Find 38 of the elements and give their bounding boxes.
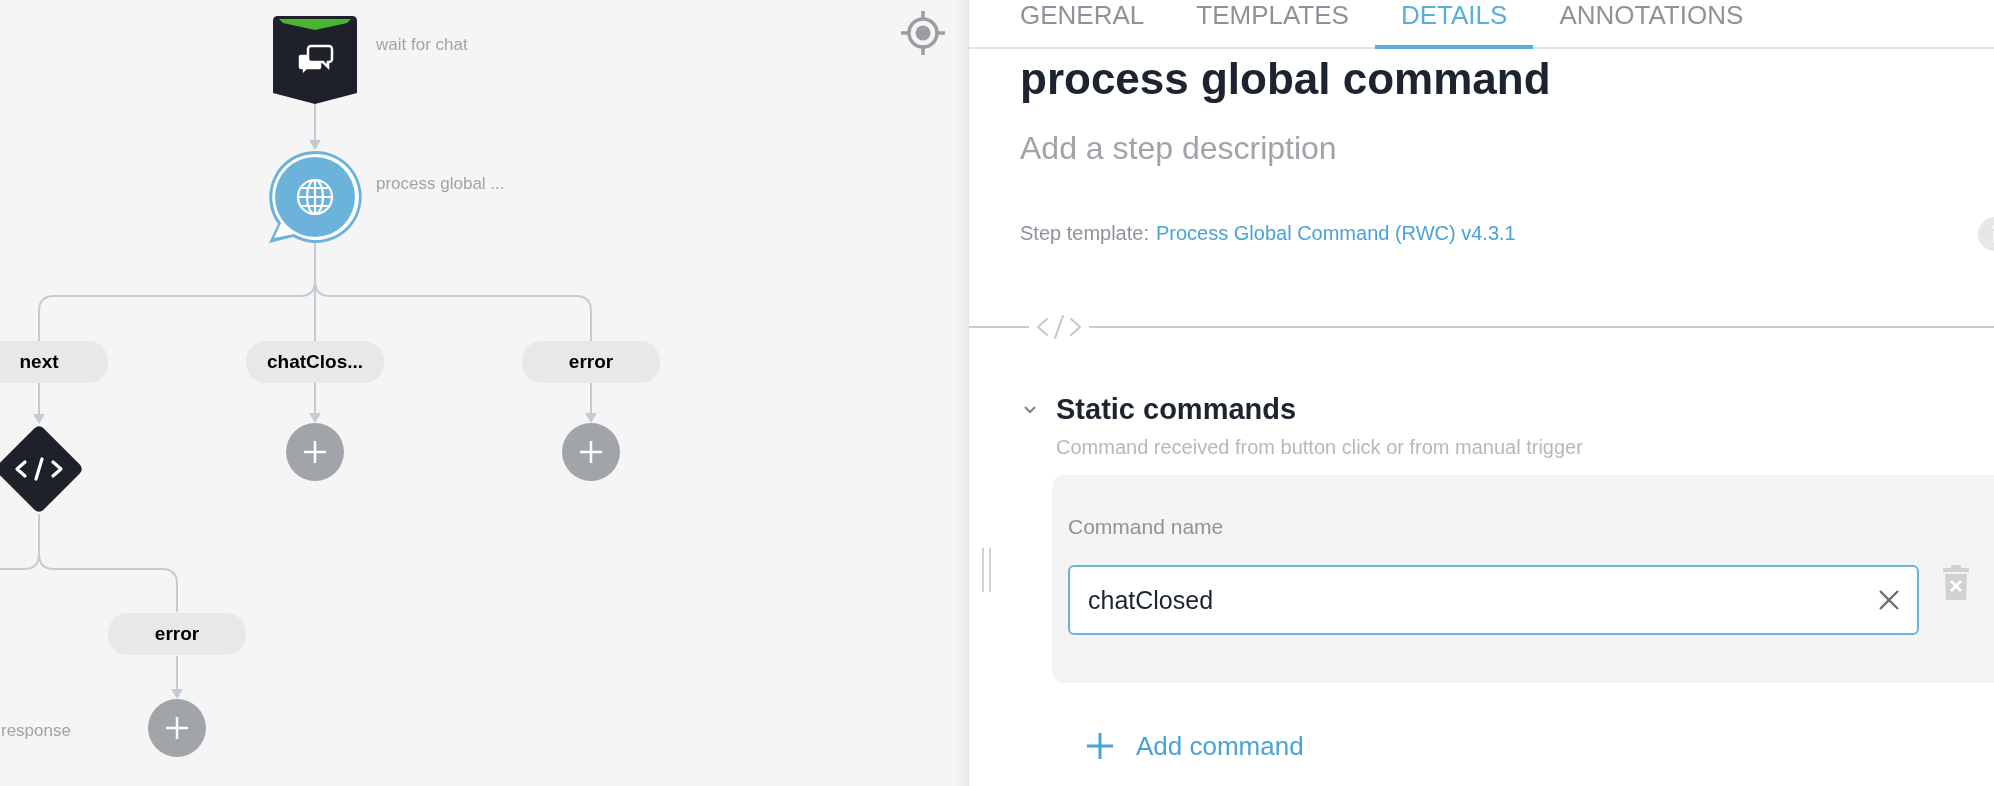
plus-icon bbox=[1086, 732, 1114, 760]
connector-line bbox=[309, 382, 321, 423]
code-icon bbox=[1035, 313, 1083, 341]
step-label: process global ... bbox=[376, 173, 505, 195]
branch-pill[interactable]: error bbox=[522, 341, 660, 383]
branch-pill[interactable]: error bbox=[108, 613, 246, 655]
tab[interactable]: DETAILS bbox=[1374, 0, 1534, 49]
plus-icon bbox=[578, 439, 604, 465]
target-icon bbox=[900, 10, 946, 56]
step-template-label: Step template: bbox=[1020, 221, 1149, 246]
description-field[interactable]: Add a step description bbox=[1020, 128, 1820, 168]
field-label: Command name bbox=[1068, 514, 1224, 540]
tab[interactable]: TEMPLATES bbox=[1170, 0, 1375, 49]
connector-line bbox=[309, 102, 321, 150]
step-label: wait for chat bbox=[376, 34, 468, 56]
tab[interactable]: GENERAL bbox=[994, 0, 1171, 49]
connector-line bbox=[171, 655, 183, 699]
connector-line bbox=[33, 382, 45, 424]
resize-handle[interactable] bbox=[979, 548, 993, 592]
close-icon bbox=[1878, 589, 1900, 611]
step-title: process global command bbox=[1020, 57, 1552, 101]
connector-line bbox=[585, 382, 597, 423]
trash-icon bbox=[1942, 565, 1970, 601]
step-label: response bbox=[1, 720, 71, 742]
plus-icon bbox=[302, 439, 328, 465]
recenter-button[interactable] bbox=[899, 9, 947, 57]
branch-pill[interactable]: chatClos... bbox=[246, 341, 384, 383]
command-name-field[interactable]: chatClosed bbox=[1068, 565, 1919, 635]
add-command-button[interactable]: Add command bbox=[1086, 726, 1304, 766]
branch-pill[interactable]: next bbox=[0, 341, 108, 383]
plus-icon bbox=[164, 715, 190, 741]
tab[interactable]: ANNOTATIONS bbox=[1533, 0, 1770, 49]
chevron-down-icon bbox=[1023, 405, 1037, 415]
section-subtitle: Command received from button click or from manual trigger bbox=[1056, 435, 1584, 460]
step-template-link[interactable]: Process Global Command (RWC) v4.3.1 bbox=[1155, 219, 1516, 247]
section-title: Static commands bbox=[1056, 392, 1297, 428]
chat-node-icon[interactable] bbox=[273, 16, 357, 105]
delete-button[interactable] bbox=[1941, 565, 1971, 601]
